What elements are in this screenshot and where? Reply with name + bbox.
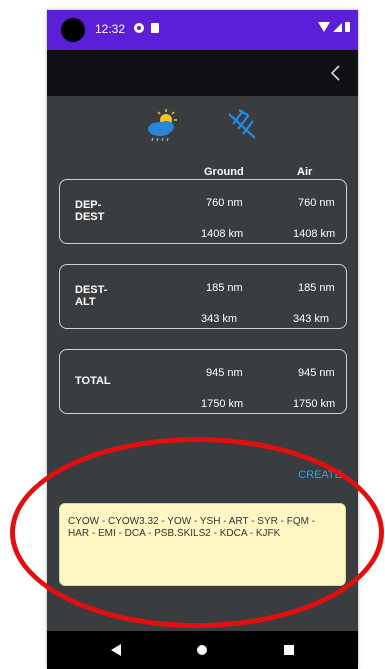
sd-card-icon <box>151 23 159 33</box>
nav-home-icon[interactable] <box>197 645 207 655</box>
row-label: TOTAL <box>75 375 111 387</box>
status-bar: 12:32 <box>47 10 358 50</box>
distance-card-dest-alt: DEST- ALT 185 nm 185 nm 343 km 343 km <box>59 264 347 329</box>
column-ground-header: Ground <box>204 166 244 178</box>
nav-back-icon[interactable] <box>111 644 121 656</box>
weather-icon[interactable] <box>144 108 180 144</box>
row-label: DEP- DEST <box>75 199 105 223</box>
status-icons <box>318 22 350 32</box>
chevron-left-icon[interactable] <box>324 61 348 85</box>
distance-card-dep-dest: DEP- DEST 760 nm 760 nm 1408 km 1408 km <box>59 179 347 244</box>
air-km-value: 1408 km <box>293 228 336 240</box>
create-button[interactable]: CREATE <box>298 469 342 481</box>
wifi-icon <box>318 22 330 32</box>
air-km-value: 1750 km <box>293 398 336 410</box>
wind-icon[interactable] <box>225 108 259 142</box>
air-km-value: 343 km <box>293 313 330 325</box>
ground-km-value: 343 km <box>201 313 238 325</box>
route-text-box[interactable]: CYOW - CYOW3.32 - YOW - YSH - ART - SYR … <box>59 503 346 586</box>
air-nm-value: 760 nm <box>298 197 335 209</box>
air-nm-value: 945 nm <box>298 367 335 379</box>
column-air-header: Air <box>297 166 313 178</box>
ground-nm-value: 185 nm <box>206 282 243 294</box>
toolbar <box>47 50 358 96</box>
navigation-bar <box>47 631 358 669</box>
ground-km-value: 1750 km <box>201 398 244 410</box>
signal-icon <box>333 22 342 32</box>
phone-screen: 12:32 Ground Air DEP- DEST 760 nm 760 nm… <box>47 10 358 669</box>
battery-icon <box>345 22 350 32</box>
air-nm-value: 185 nm <box>298 282 335 294</box>
distance-card-total: TOTAL 945 nm 945 nm 1750 km 1750 km <box>59 349 347 414</box>
ground-nm-value: 945 nm <box>206 367 243 379</box>
notification-icon <box>134 23 144 33</box>
ground-km-value: 1408 km <box>201 228 244 240</box>
nav-recents-icon[interactable] <box>284 645 294 655</box>
row-label: DEST- ALT <box>75 284 108 308</box>
status-time: 12:32 <box>95 22 126 36</box>
camera-cutout <box>61 18 85 42</box>
ground-nm-value: 760 nm <box>206 197 243 209</box>
